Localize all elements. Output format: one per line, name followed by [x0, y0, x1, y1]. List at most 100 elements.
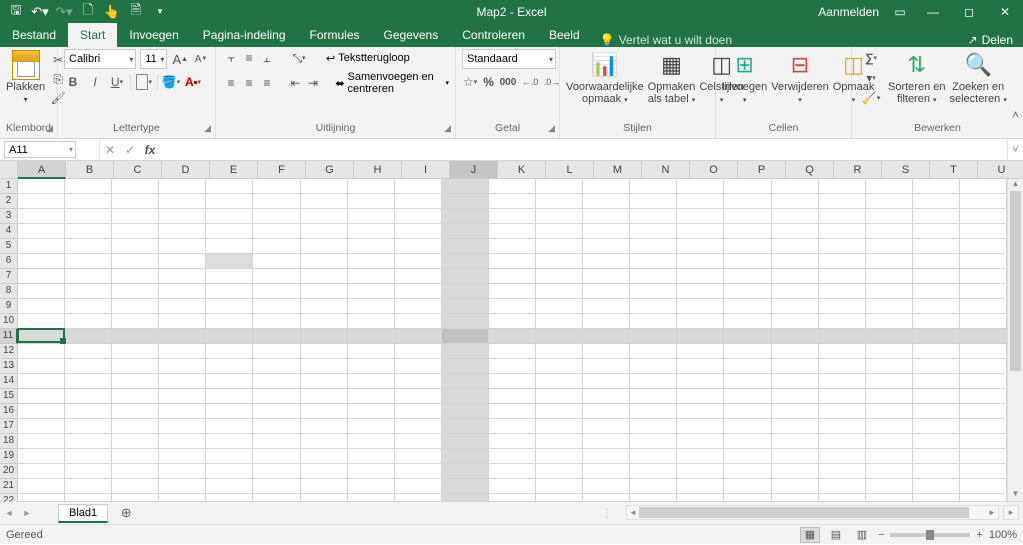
cell[interactable]	[866, 314, 913, 329]
cell[interactable]	[819, 434, 866, 449]
cell[interactable]	[960, 194, 1007, 209]
cell[interactable]	[253, 239, 300, 254]
cell[interactable]	[395, 449, 442, 464]
cell[interactable]	[913, 179, 960, 194]
cell[interactable]	[866, 389, 913, 404]
cell[interactable]	[583, 434, 630, 449]
fill-icon[interactable]: ▾▾	[858, 69, 884, 87]
save-icon[interactable]: 🖫	[6, 2, 26, 22]
cell[interactable]	[159, 344, 206, 359]
cell[interactable]	[301, 374, 348, 389]
cell[interactable]	[630, 194, 677, 209]
column-header[interactable]: U	[978, 161, 1023, 179]
cell[interactable]	[159, 449, 206, 464]
cell[interactable]	[489, 359, 536, 374]
cell[interactable]	[583, 344, 630, 359]
cell[interactable]	[348, 299, 395, 314]
column-header[interactable]: S	[882, 161, 930, 179]
row-header[interactable]: 10	[0, 314, 18, 329]
qat-customize-icon[interactable]: ▾	[150, 2, 170, 22]
cell[interactable]	[206, 314, 253, 329]
cell[interactable]	[65, 494, 112, 501]
cell[interactable]	[489, 284, 536, 299]
increase-decimal-icon[interactable]: ←.0	[521, 73, 539, 91]
column-header[interactable]: J	[450, 161, 498, 179]
cell[interactable]	[112, 479, 159, 494]
cell[interactable]	[724, 284, 771, 299]
cell[interactable]	[536, 464, 583, 479]
cell[interactable]	[18, 434, 65, 449]
cell[interactable]	[206, 284, 253, 299]
row-header[interactable]: 3	[0, 209, 18, 224]
cell[interactable]	[395, 359, 442, 374]
spreadsheet-grid[interactable]: ABCDEFGHIJKLMNOPQRSTU 123456789101112131…	[0, 161, 1023, 502]
scroll-left-icon[interactable]: ◄	[627, 506, 639, 519]
cell[interactable]	[772, 344, 819, 359]
cell[interactable]	[724, 449, 771, 464]
cell[interactable]	[442, 494, 489, 501]
cell[interactable]	[536, 314, 583, 329]
cell[interactable]	[819, 329, 866, 344]
row-header[interactable]: 13	[0, 359, 18, 374]
cell[interactable]	[630, 374, 677, 389]
cell[interactable]	[913, 209, 960, 224]
cell[interactable]	[206, 194, 253, 209]
cell[interactable]	[772, 404, 819, 419]
cell[interactable]	[677, 269, 724, 284]
cell[interactable]	[583, 359, 630, 374]
sheet-nav-prev-icon[interactable]: ◄	[0, 508, 18, 518]
cell[interactable]	[913, 314, 960, 329]
cell[interactable]	[724, 464, 771, 479]
column-header[interactable]: C	[114, 161, 162, 179]
row-header[interactable]: 12	[0, 344, 18, 359]
cell[interactable]	[866, 359, 913, 374]
wrap-text-button[interactable]: ↩Tekstterugloop	[326, 52, 410, 65]
maximize-icon[interactable]: ◻	[951, 0, 987, 23]
cell[interactable]	[159, 479, 206, 494]
cell[interactable]	[253, 449, 300, 464]
ribbon-display-icon[interactable]: ▭	[885, 0, 915, 23]
cell[interactable]	[819, 404, 866, 419]
cell[interactable]	[112, 254, 159, 269]
cell[interactable]	[960, 449, 1007, 464]
cell[interactable]	[395, 494, 442, 501]
cell[interactable]	[395, 464, 442, 479]
cell[interactable]	[348, 419, 395, 434]
cell[interactable]	[395, 269, 442, 284]
cell[interactable]	[253, 434, 300, 449]
cell[interactable]	[819, 299, 866, 314]
cell[interactable]	[536, 269, 583, 284]
cell[interactable]	[630, 434, 677, 449]
row-header[interactable]: 17	[0, 419, 18, 434]
underline-button[interactable]: U▾	[108, 73, 126, 91]
cell[interactable]	[159, 299, 206, 314]
scroll-right-icon[interactable]: ►	[986, 506, 998, 519]
cell[interactable]	[301, 359, 348, 374]
cell[interactable]	[724, 194, 771, 209]
cell[interactable]	[866, 329, 913, 344]
cell[interactable]	[536, 209, 583, 224]
cell[interactable]	[819, 494, 866, 501]
column-headers[interactable]: ABCDEFGHIJKLMNOPQRSTU	[18, 161, 1023, 179]
cell[interactable]	[724, 479, 771, 494]
clipboard-dialog-icon[interactable]: ◢	[46, 122, 53, 134]
cell[interactable]	[536, 299, 583, 314]
align-bottom-icon[interactable]: ⫠	[258, 49, 276, 67]
cell[interactable]	[536, 239, 583, 254]
column-header[interactable]: A	[18, 161, 66, 179]
cell[interactable]	[395, 479, 442, 494]
cell[interactable]	[348, 209, 395, 224]
cell[interactable]	[866, 479, 913, 494]
cell[interactable]	[442, 359, 489, 374]
accounting-icon[interactable]: ☆▾	[462, 73, 478, 91]
cell[interactable]	[348, 329, 395, 344]
format-as-table-button[interactable]: ▦Opmaken als tabel ▾	[648, 49, 696, 107]
touch-mode-icon[interactable]: 👆	[102, 2, 122, 22]
cell[interactable]	[112, 359, 159, 374]
cell[interactable]	[772, 329, 819, 344]
cell[interactable]	[348, 314, 395, 329]
cell[interactable]	[630, 284, 677, 299]
tell-me-search[interactable]: 💡 Vertel wat u wilt doen	[592, 33, 740, 47]
number-format-combo[interactable]: Standaard▾	[462, 49, 556, 69]
cell[interactable]	[913, 344, 960, 359]
